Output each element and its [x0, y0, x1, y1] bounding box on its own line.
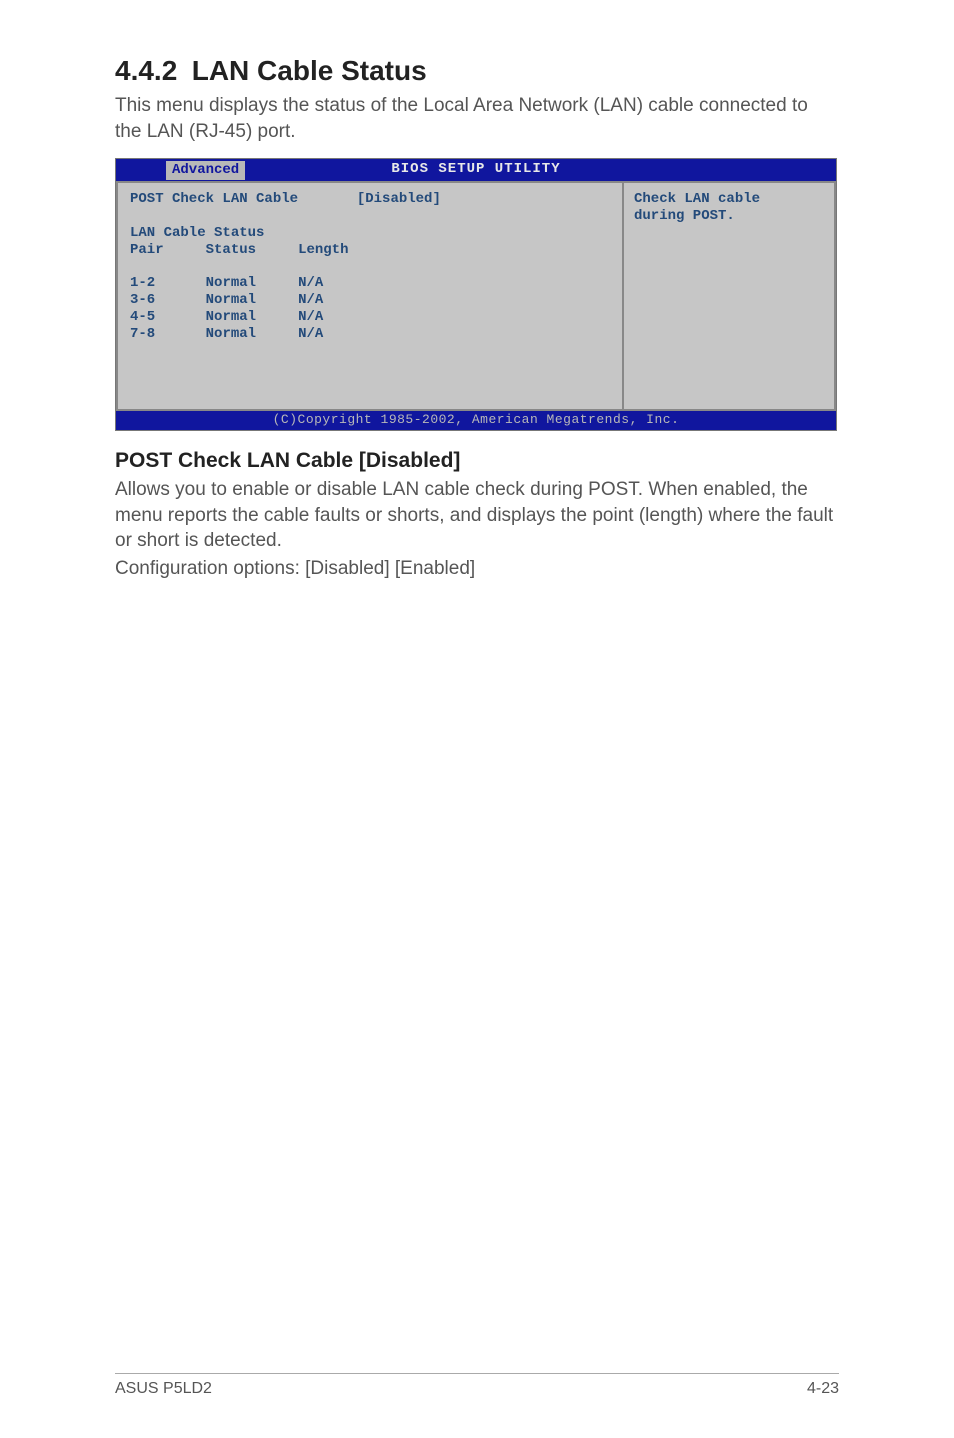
table-row: 4-5 Normal N/A — [130, 309, 610, 326]
intro-paragraph: This menu displays the status of the Loc… — [115, 93, 839, 144]
table-row: 3-6 Normal N/A — [130, 292, 610, 309]
subsection-heading: POST Check LAN Cable [Disabled] — [115, 449, 839, 473]
table-row: 1-2 Normal N/A — [130, 275, 610, 292]
section-number: 4.4.2 — [115, 55, 177, 86]
bios-post-check-row: POST Check LAN Cable [Disabled] — [130, 191, 610, 208]
bios-help-panel: Check LAN cable during POST. — [622, 181, 836, 411]
page-footer: ASUS P5LD2 4-23 — [115, 1373, 839, 1398]
bios-title: BIOS SETUP UTILITY — [391, 161, 560, 178]
bios-titlebar: Advanced BIOS SETUP UTILITY — [116, 159, 836, 181]
config-options: Configuration options: [Disabled] [Enabl… — [115, 556, 839, 582]
bios-main-panel: POST Check LAN Cable [Disabled] LAN Cabl… — [116, 181, 622, 411]
bios-tab-advanced: Advanced — [166, 161, 245, 180]
bios-copyright: (C)Copyright 1985-2002, American Megatre… — [116, 411, 836, 430]
bios-screenshot: Advanced BIOS SETUP UTILITY POST Check L… — [115, 158, 837, 431]
table-row: 7-8 Normal N/A — [130, 326, 610, 343]
bios-post-check-value: [Disabled] — [357, 191, 441, 207]
bios-help-line1: Check LAN cable — [634, 191, 824, 208]
footer-left: ASUS P5LD2 — [115, 1380, 212, 1398]
bios-post-check-label: POST Check LAN Cable — [130, 191, 298, 207]
bios-help-line2: during POST. — [634, 208, 824, 225]
bios-section-label: LAN Cable Status — [130, 225, 610, 242]
section-title: LAN Cable Status — [192, 55, 427, 86]
section-heading: 4.4.2 LAN Cable Status — [115, 55, 839, 87]
bios-table-header: Pair Status Length — [130, 242, 610, 259]
description-paragraph: Allows you to enable or disable LAN cabl… — [115, 477, 839, 554]
footer-right: 4-23 — [807, 1380, 839, 1398]
